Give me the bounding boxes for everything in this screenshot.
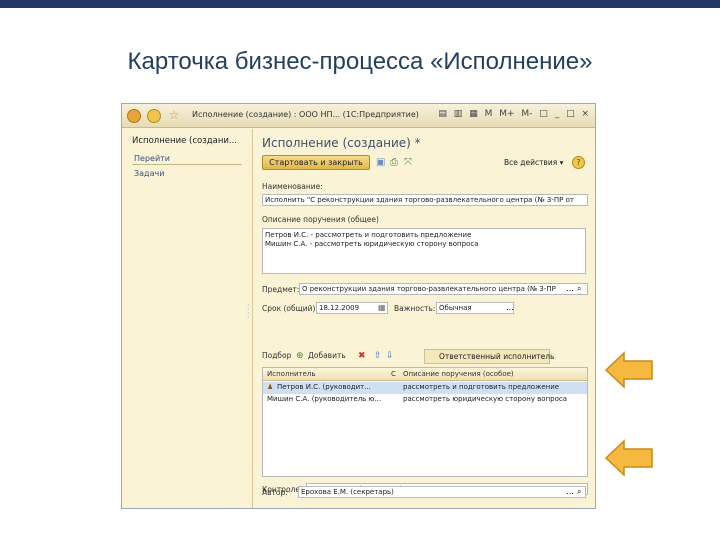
toolbar-icon-2[interactable]: ▥ [454,109,463,119]
performers-table: Исполнитель С Описание поручения (особое… [262,367,588,477]
importance-label: Важность: [394,304,436,313]
importance-select-button[interactable]: … [506,302,514,314]
add-icon[interactable]: ⊕ [296,350,304,362]
window-caption: Исполнение (создание) : ООО НП... (1С:Пр… [192,110,419,119]
description-line-1: Петров И.С. - рассмотреть и подготовить … [265,231,472,239]
author-label: Автор: [262,488,288,497]
left-pane-divider [132,164,242,165]
table-row[interactable]: Мишин С.А. (руководитель ю... рассмотрет… [263,394,587,406]
slide-top-bar [0,0,720,8]
move-down-icon[interactable]: ⇩ [386,350,394,362]
delete-icon[interactable]: ✖ [358,350,366,362]
subject-select-button[interactable]: … [566,283,574,295]
performer-cell: Петров И.С. (руководит... [277,383,371,391]
column-header-c[interactable]: С [391,370,396,378]
window-titlebar: ☆ Исполнение (создание) : ООО НП... (1С:… [122,104,595,128]
restore-icon[interactable]: □ [539,109,548,119]
process-form: Исполнение (создание) * Стартовать и зак… [254,129,594,508]
responsible-performer-label: Ответственный исполнитель [439,352,555,361]
back-icon[interactable] [127,109,141,123]
description-line-2: Мишин С.А. - рассмотреть юридическую сто… [265,240,479,248]
help-icon[interactable]: ? [572,156,585,169]
name-field[interactable]: Исполнить "С реконструкции здания торгов… [262,194,588,206]
subject-value: О реконструкции здания торгово-развлекат… [302,285,556,293]
toolbar-icon-3[interactable]: ▦ [469,109,478,119]
memory-icon[interactable]: M [485,109,493,119]
responsible-performer-button[interactable]: Ответственный исполнитель [424,349,554,364]
close-icon[interactable]: × [581,109,589,119]
table-row[interactable]: ♟ Петров И.С. (руководит... рассмотреть … [263,382,587,394]
all-actions-menu[interactable]: Все действия ▾ [504,158,563,167]
performer-cell: Мишин С.А. (руководитель ю... [267,395,382,403]
star-icon[interactable]: ☆ [167,109,181,123]
print-icon[interactable]: ⎙ [390,157,398,169]
description-label: Описание поручения (общее) [262,215,379,224]
start-and-close-button[interactable]: Стартовать и закрыть [262,155,370,170]
performer-icon: ♟ [267,383,274,391]
slide-title: Карточка бизнес-процесса «Исполнение» [127,48,593,75]
pick-button[interactable]: Подбор [262,351,291,360]
maximize-icon[interactable]: □ [566,109,575,119]
description-cell: рассмотреть и подготовить предложение [403,383,560,391]
save-icon[interactable]: ▣ [376,157,385,169]
author-search-icon[interactable]: ⌕ [577,486,581,498]
left-navigation-pane: Исполнение (создани... Перейти Задачи [122,129,245,508]
author-select-button[interactable]: … [566,486,574,498]
add-button[interactable]: Добавить [308,351,346,360]
column-header-description[interactable]: Описание поручения (особое) [403,370,514,378]
description-cell: рассмотреть юридическую сторону вопроса [403,395,568,403]
pane-splitter-handle[interactable]: · · · · [247,302,250,322]
form-title: Исполнение (создание) * [262,136,421,150]
subject-label: Предмет: [262,285,300,294]
calendar-icon[interactable]: ▦ [378,302,386,314]
author-field[interactable]: Ерохова Е.М. (секретарь) [298,486,586,498]
nav-link-go[interactable]: Перейти [134,154,170,163]
app-window: ☆ Исполнение (создание) : ООО НП... (1С:… [121,103,596,509]
table-header: Исполнитель С Описание поручения (особое… [263,368,587,381]
move-up-icon[interactable]: ⇧ [374,350,382,362]
nav-link-tasks[interactable]: Задачи [134,169,164,178]
name-label: Наименование: [262,182,323,191]
forward-icon[interactable] [147,109,161,123]
pointer-arrow-icon-2 [604,439,653,477]
minimize-icon[interactable]: _ [555,109,560,119]
performers-toolbar: Подбор ⊕ Добавить ✖ ⇧ ⇩ Ответственный ис… [262,349,588,365]
window-toolbar-icons: ▤ ▥ ▦ M M+ M- □ _ □ × [434,109,589,119]
pointer-arrow-icon-1 [604,351,653,389]
flow-chart-icon[interactable]: ⤧ [404,157,412,169]
memory-plus-icon[interactable]: M+ [499,109,514,119]
memory-minus-icon[interactable]: M- [521,109,532,119]
toolbar-icon-1[interactable]: ▤ [438,109,447,119]
description-textarea[interactable]: Петров И.С. - рассмотреть и подготовить … [262,228,586,274]
column-header-performer[interactable]: Исполнитель [267,370,316,378]
left-pane-title: Исполнение (создани... [132,136,238,146]
deadline-label: Срок (общий): [262,304,318,313]
subject-search-icon[interactable]: ⌕ [577,283,581,295]
importance-field[interactable]: Обычная [436,302,514,314]
pane-divider [252,129,253,508]
subject-field[interactable]: О реконструкции здания торгово-развлекат… [299,283,588,295]
